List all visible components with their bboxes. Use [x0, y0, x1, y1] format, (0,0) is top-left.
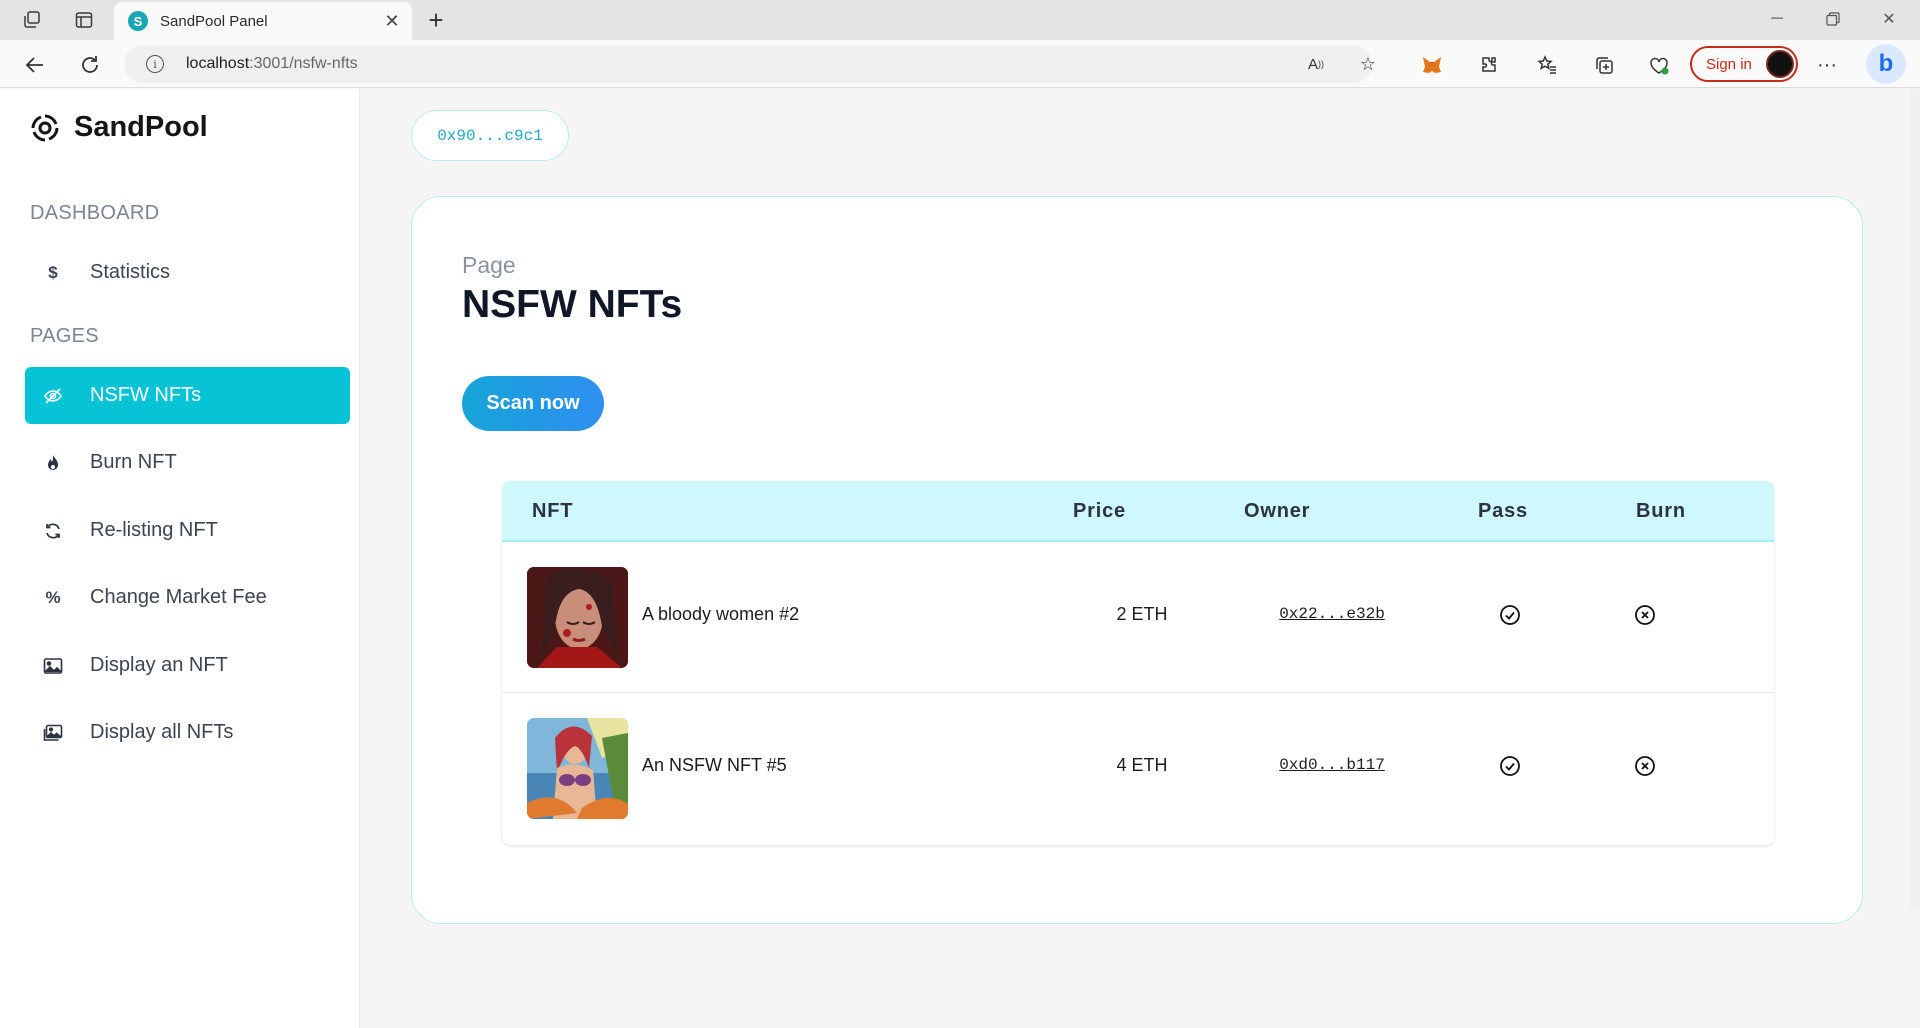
close-tab-icon[interactable]: ✕: [382, 11, 402, 31]
sidebar-item-label: Display all NFTs: [90, 721, 234, 743]
minimize-icon[interactable]: ─: [1754, 4, 1800, 34]
fire-icon: [43, 453, 63, 473]
table-row: An NSFW NFT #5 4 ETH 0xd0...b117: [502, 693, 1774, 844]
copilot-icon[interactable]: b: [1866, 44, 1906, 84]
dollar-icon: $: [48, 262, 58, 282]
sidebar-item-display-all-nfts[interactable]: Display all NFTs: [25, 704, 350, 761]
url-path: :3001/nsfw-nfts: [249, 55, 358, 72]
column-header-burn: Burn: [1636, 500, 1686, 522]
scan-now-button[interactable]: Scan now: [462, 376, 604, 431]
sidebar-item-nsfw-nfts[interactable]: NSFW NFTs: [25, 367, 350, 424]
site-info-icon[interactable]: i: [146, 55, 164, 73]
brand-name: SandPool: [74, 111, 208, 143]
table-header: NFT Price Owner Pass Burn: [502, 481, 1774, 542]
favorites-icon[interactable]: [1535, 53, 1559, 77]
column-header-price: Price: [1073, 500, 1126, 522]
browser-essentials-icon[interactable]: [1647, 53, 1671, 77]
workspaces-icon[interactable]: [20, 8, 44, 32]
eye-slash-icon: [43, 386, 63, 406]
nft-price: 2 ETH: [1116, 604, 1168, 624]
column-header-nft: NFT: [532, 500, 574, 522]
owner-address-link[interactable]: 0x22...e32b: [1232, 605, 1432, 623]
address-bar[interactable]: i localhost:3001/nsfw-nfts A)) ☆: [124, 45, 1376, 83]
metamask-icon[interactable]: [1420, 53, 1444, 77]
url-text: localhost:3001/nsfw-nfts: [186, 55, 358, 73]
percent-icon: %: [45, 587, 61, 607]
column-header-owner: Owner: [1244, 500, 1311, 522]
favorite-star-icon[interactable]: ☆: [1356, 52, 1380, 76]
sidebar-item-label: NSFW NFTs: [90, 384, 202, 406]
collections-icon[interactable]: [1592, 53, 1616, 77]
new-tab-icon[interactable]: +: [422, 5, 450, 35]
browser-tab[interactable]: S SandPool Panel ✕: [114, 2, 412, 40]
page-kicker: Page: [462, 252, 516, 278]
url-host: localhost: [186, 55, 250, 72]
back-icon[interactable]: [22, 52, 48, 78]
close-window-icon[interactable]: ✕: [1866, 4, 1912, 34]
sidebar-item-label: Change Market Fee: [90, 586, 267, 608]
sidebar-item-re-listing-nft[interactable]: Re-listing NFT: [25, 502, 350, 559]
restore-icon[interactable]: [1810, 4, 1856, 34]
sidebar-item-burn-nft[interactable]: Burn NFT: [25, 434, 350, 491]
column-header-pass: Pass: [1478, 500, 1528, 522]
owner-address-link[interactable]: 0xd0...b117: [1232, 756, 1432, 774]
sidebar-item-label: Re-listing NFT: [90, 519, 218, 541]
nft-thumbnail[interactable]: [527, 718, 628, 819]
image-icon: [43, 656, 63, 676]
table-row: A bloody women #2 2 ETH 0x22...e32b: [502, 542, 1774, 693]
extensions-icon[interactable]: [1477, 53, 1501, 77]
brand[interactable]: SandPool: [30, 111, 208, 144]
wallet-address-button[interactable]: 0x90...c9c1: [411, 110, 569, 161]
profile-avatar: [1766, 50, 1794, 78]
pass-check-icon[interactable]: [1497, 602, 1523, 628]
section-label-pages: PAGES: [30, 325, 99, 347]
nft-table: NFT Price Owner Pass Burn A bloody women…: [502, 481, 1774, 845]
pass-check-icon[interactable]: [1497, 753, 1523, 779]
page-scrollbar[interactable]: [1910, 89, 1920, 909]
browser-toolbar: i localhost:3001/nsfw-nfts A)) ☆ Sign in…: [0, 40, 1920, 88]
sidebar-item-label: Burn NFT: [90, 451, 177, 473]
images-icon: [43, 723, 63, 743]
tab-actions-icon[interactable]: [72, 8, 96, 32]
sidebar-item-label: Statistics: [90, 261, 171, 283]
sidebar-item-label: Display an NFT: [90, 654, 228, 676]
browser-tab-bar: S SandPool Panel ✕ + ─ ✕: [0, 0, 1920, 40]
read-aloud-icon[interactable]: A)): [1304, 52, 1328, 76]
sandpool-logo-icon: [31, 114, 59, 141]
tab-favicon: S: [128, 11, 148, 31]
section-label-dashboard: DASHBOARD: [30, 202, 160, 224]
nft-thumbnail[interactable]: [527, 567, 628, 668]
sidebar: SandPool DASHBOARD $ Statistics PAGES NS…: [0, 89, 360, 1028]
nft-price: 4 ETH: [1116, 755, 1168, 775]
sign-in-label: Sign in: [1706, 55, 1752, 73]
burn-x-icon[interactable]: [1632, 602, 1658, 628]
sidebar-item-display-an-nft[interactable]: Display an NFT: [25, 637, 350, 694]
more-options-icon[interactable]: ···: [1815, 53, 1839, 77]
nft-name: An NSFW NFT #5: [642, 755, 787, 775]
burn-x-icon[interactable]: [1632, 753, 1658, 779]
tab-title: SandPool Panel: [160, 12, 268, 30]
page-card: Page NSFW NFTs Scan now NFT Price Owner …: [411, 196, 1863, 924]
refresh-icon[interactable]: [77, 52, 103, 78]
sidebar-item-change-market-fee[interactable]: % Change Market Fee: [25, 569, 350, 626]
refresh-icon: [43, 521, 63, 541]
main-content: 0x90...c9c1 Page NSFW NFTs Scan now NFT …: [361, 89, 1920, 1028]
nft-name: A bloody women #2: [642, 604, 800, 624]
sign-in-button[interactable]: Sign in: [1690, 46, 1798, 82]
sidebar-item-statistics[interactable]: $ Statistics: [25, 244, 350, 301]
page-title: NSFW NFTs: [462, 283, 683, 326]
